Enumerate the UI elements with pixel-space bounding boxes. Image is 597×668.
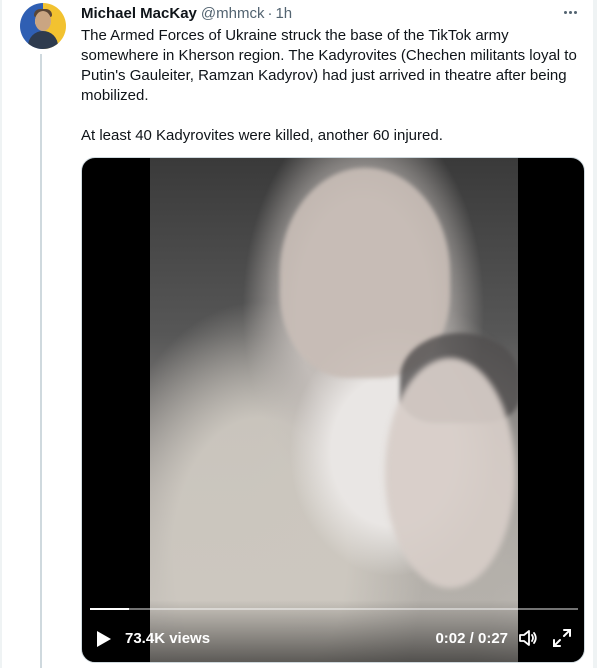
tweet-paragraph: The Armed Forces of Ukraine struck the b… [81, 27, 577, 104]
video-face-shape [385, 358, 515, 588]
tweet-paragraph: At least 40 Kadyrovites were killed, ano… [81, 127, 443, 144]
fullscreen-icon[interactable] [552, 628, 572, 648]
avatar-head [35, 11, 51, 31]
video-frame[interactable] [150, 158, 518, 662]
thread-line [40, 54, 42, 668]
video-controls: 73.4K views 0:02 / 0:27 [82, 600, 584, 662]
video-player[interactable]: 73.4K views 0:02 / 0:27 [81, 157, 585, 663]
left-border [0, 0, 2, 668]
play-icon[interactable] [96, 630, 112, 648]
right-border [593, 0, 597, 668]
progress-bar[interactable] [90, 608, 578, 610]
view-count: 73.4K views [125, 630, 211, 647]
volume-icon[interactable] [518, 628, 538, 648]
header-separator: · [267, 5, 273, 22]
video-time: 0:02 / 0:27 [435, 630, 508, 647]
tweet-time[interactable]: 1h [275, 5, 292, 22]
author-handle[interactable]: @mhmck [201, 5, 265, 22]
tweet-text: The Armed Forces of Ukraine struck the b… [81, 26, 581, 146]
more-icon[interactable] [559, 2, 581, 22]
progress-fill [90, 608, 130, 610]
tweet-page: Michael MacKay @mhmck · 1h The Armed For… [0, 0, 597, 668]
author-name[interactable]: Michael MacKay [81, 5, 197, 22]
avatar-shoulders [28, 31, 58, 49]
tweet-header: Michael MacKay @mhmck · 1h [81, 5, 292, 25]
avatar[interactable] [20, 3, 66, 49]
